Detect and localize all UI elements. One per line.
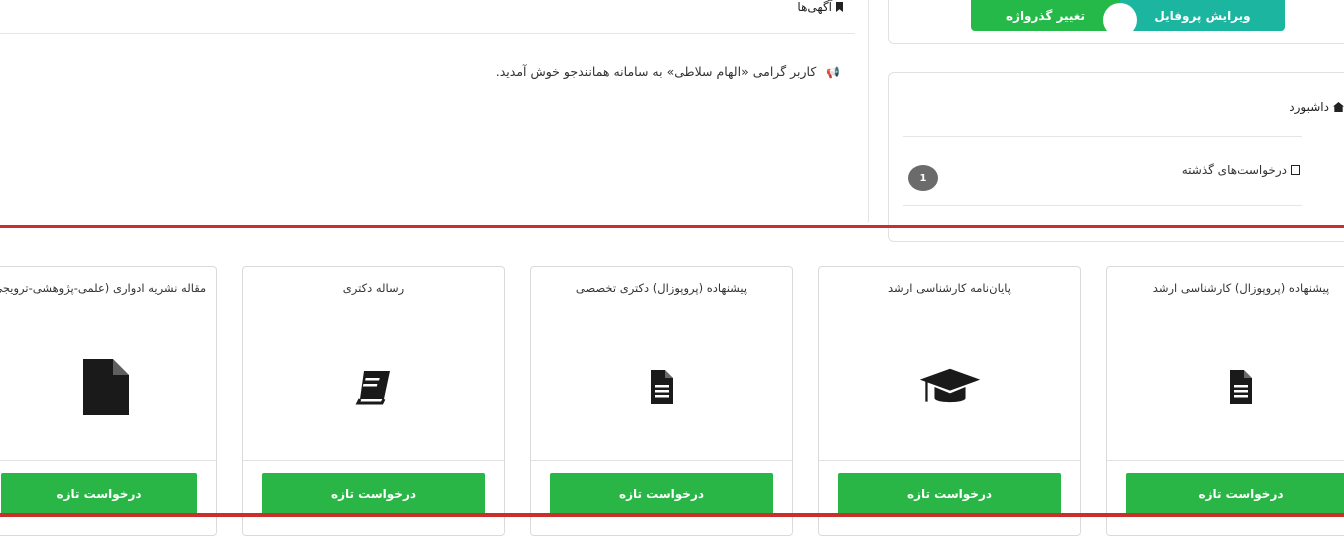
new-request-button[interactable]: درخواست تازه (550, 473, 773, 515)
card-divider (1107, 460, 1344, 461)
new-request-button[interactable]: درخواست تازه (1126, 473, 1344, 515)
announcements-title: آگهی‌ها (700, 0, 843, 14)
announcements-divider (0, 33, 855, 34)
graduation-cap-icon (918, 355, 982, 419)
book-icon (342, 355, 406, 419)
request-card-phd-dissertation: رساله دکتری درخواست تازه (242, 266, 505, 536)
file-text-icon (1209, 355, 1273, 419)
dashboard-divider (903, 205, 1302, 206)
announcements-title-text: آگهی‌ها (797, 0, 832, 14)
file-icon (74, 355, 138, 419)
card-title: پایان‌نامه کارشناسی ارشد (888, 281, 1011, 295)
new-request-button[interactable]: درخواست تازه (838, 473, 1061, 515)
welcome-message: 📢 کاربر گرامی «الهام سلاطی» به سامانه هما… (300, 64, 840, 79)
previous-requests-label: درخواست‌های گذشته (1181, 163, 1287, 177)
highlight-line-bottom (0, 513, 1344, 517)
previous-requests-link[interactable]: درخواست‌های گذشته (1100, 163, 1300, 177)
dashboard-icon (1333, 102, 1344, 112)
card-divider (243, 460, 504, 461)
dashboard-divider (903, 136, 1302, 137)
request-card-ms-thesis: پایان‌نامه کارشناسی ارشد درخواست تازه (818, 266, 1081, 536)
cursor-marker (1103, 3, 1137, 37)
card-title: مقاله نشریه ادواری (علمی-پژوهشی-ترویجی) (0, 281, 207, 295)
welcome-message-text: کاربر گرامی «الهام سلاطی» به سامانه همان… (495, 64, 817, 79)
megaphone-icon: 📢 (826, 66, 840, 79)
highlight-line-top (0, 225, 1344, 228)
bookmark-icon (836, 2, 843, 12)
card-title: پیشنهاده (پروپوزال) کارشناسی ارشد (1152, 281, 1330, 295)
card-divider (531, 460, 792, 461)
card-title: پیشنهاده (پروپوزال) دکتری تخصصی (575, 281, 748, 295)
new-request-button[interactable]: درخواست تازه (1, 473, 197, 515)
card-title: رساله دکتری (342, 281, 405, 295)
card-divider (819, 460, 1080, 461)
request-card-ms-proposal: پیشنهاده (پروپوزال) کارشناسی ارشد درخواس… (1106, 266, 1344, 536)
request-card-phd-proposal: پیشنهاده (پروپوزال) دکتری تخصصی درخواست … (530, 266, 793, 536)
edit-profile-button[interactable]: ویرایش پروفایل (1120, 0, 1285, 31)
card-divider (0, 460, 216, 461)
copy-icon (1291, 165, 1300, 175)
previous-requests-count-badge: 1 (908, 165, 938, 191)
dashboard-title-text: داشبورد (1289, 100, 1329, 114)
dashboard-title: داشبورد (1150, 100, 1344, 114)
request-card-journal-article: مقاله نشریه ادواری (علمی-پژوهشی-ترویجی) … (0, 266, 217, 536)
new-request-button[interactable]: درخواست تازه (262, 473, 485, 515)
change-password-button[interactable]: تغییر گذرواژه (971, 0, 1120, 31)
file-text-icon (630, 355, 694, 419)
dashboard-panel (888, 72, 1344, 242)
column-divider (868, 0, 869, 222)
